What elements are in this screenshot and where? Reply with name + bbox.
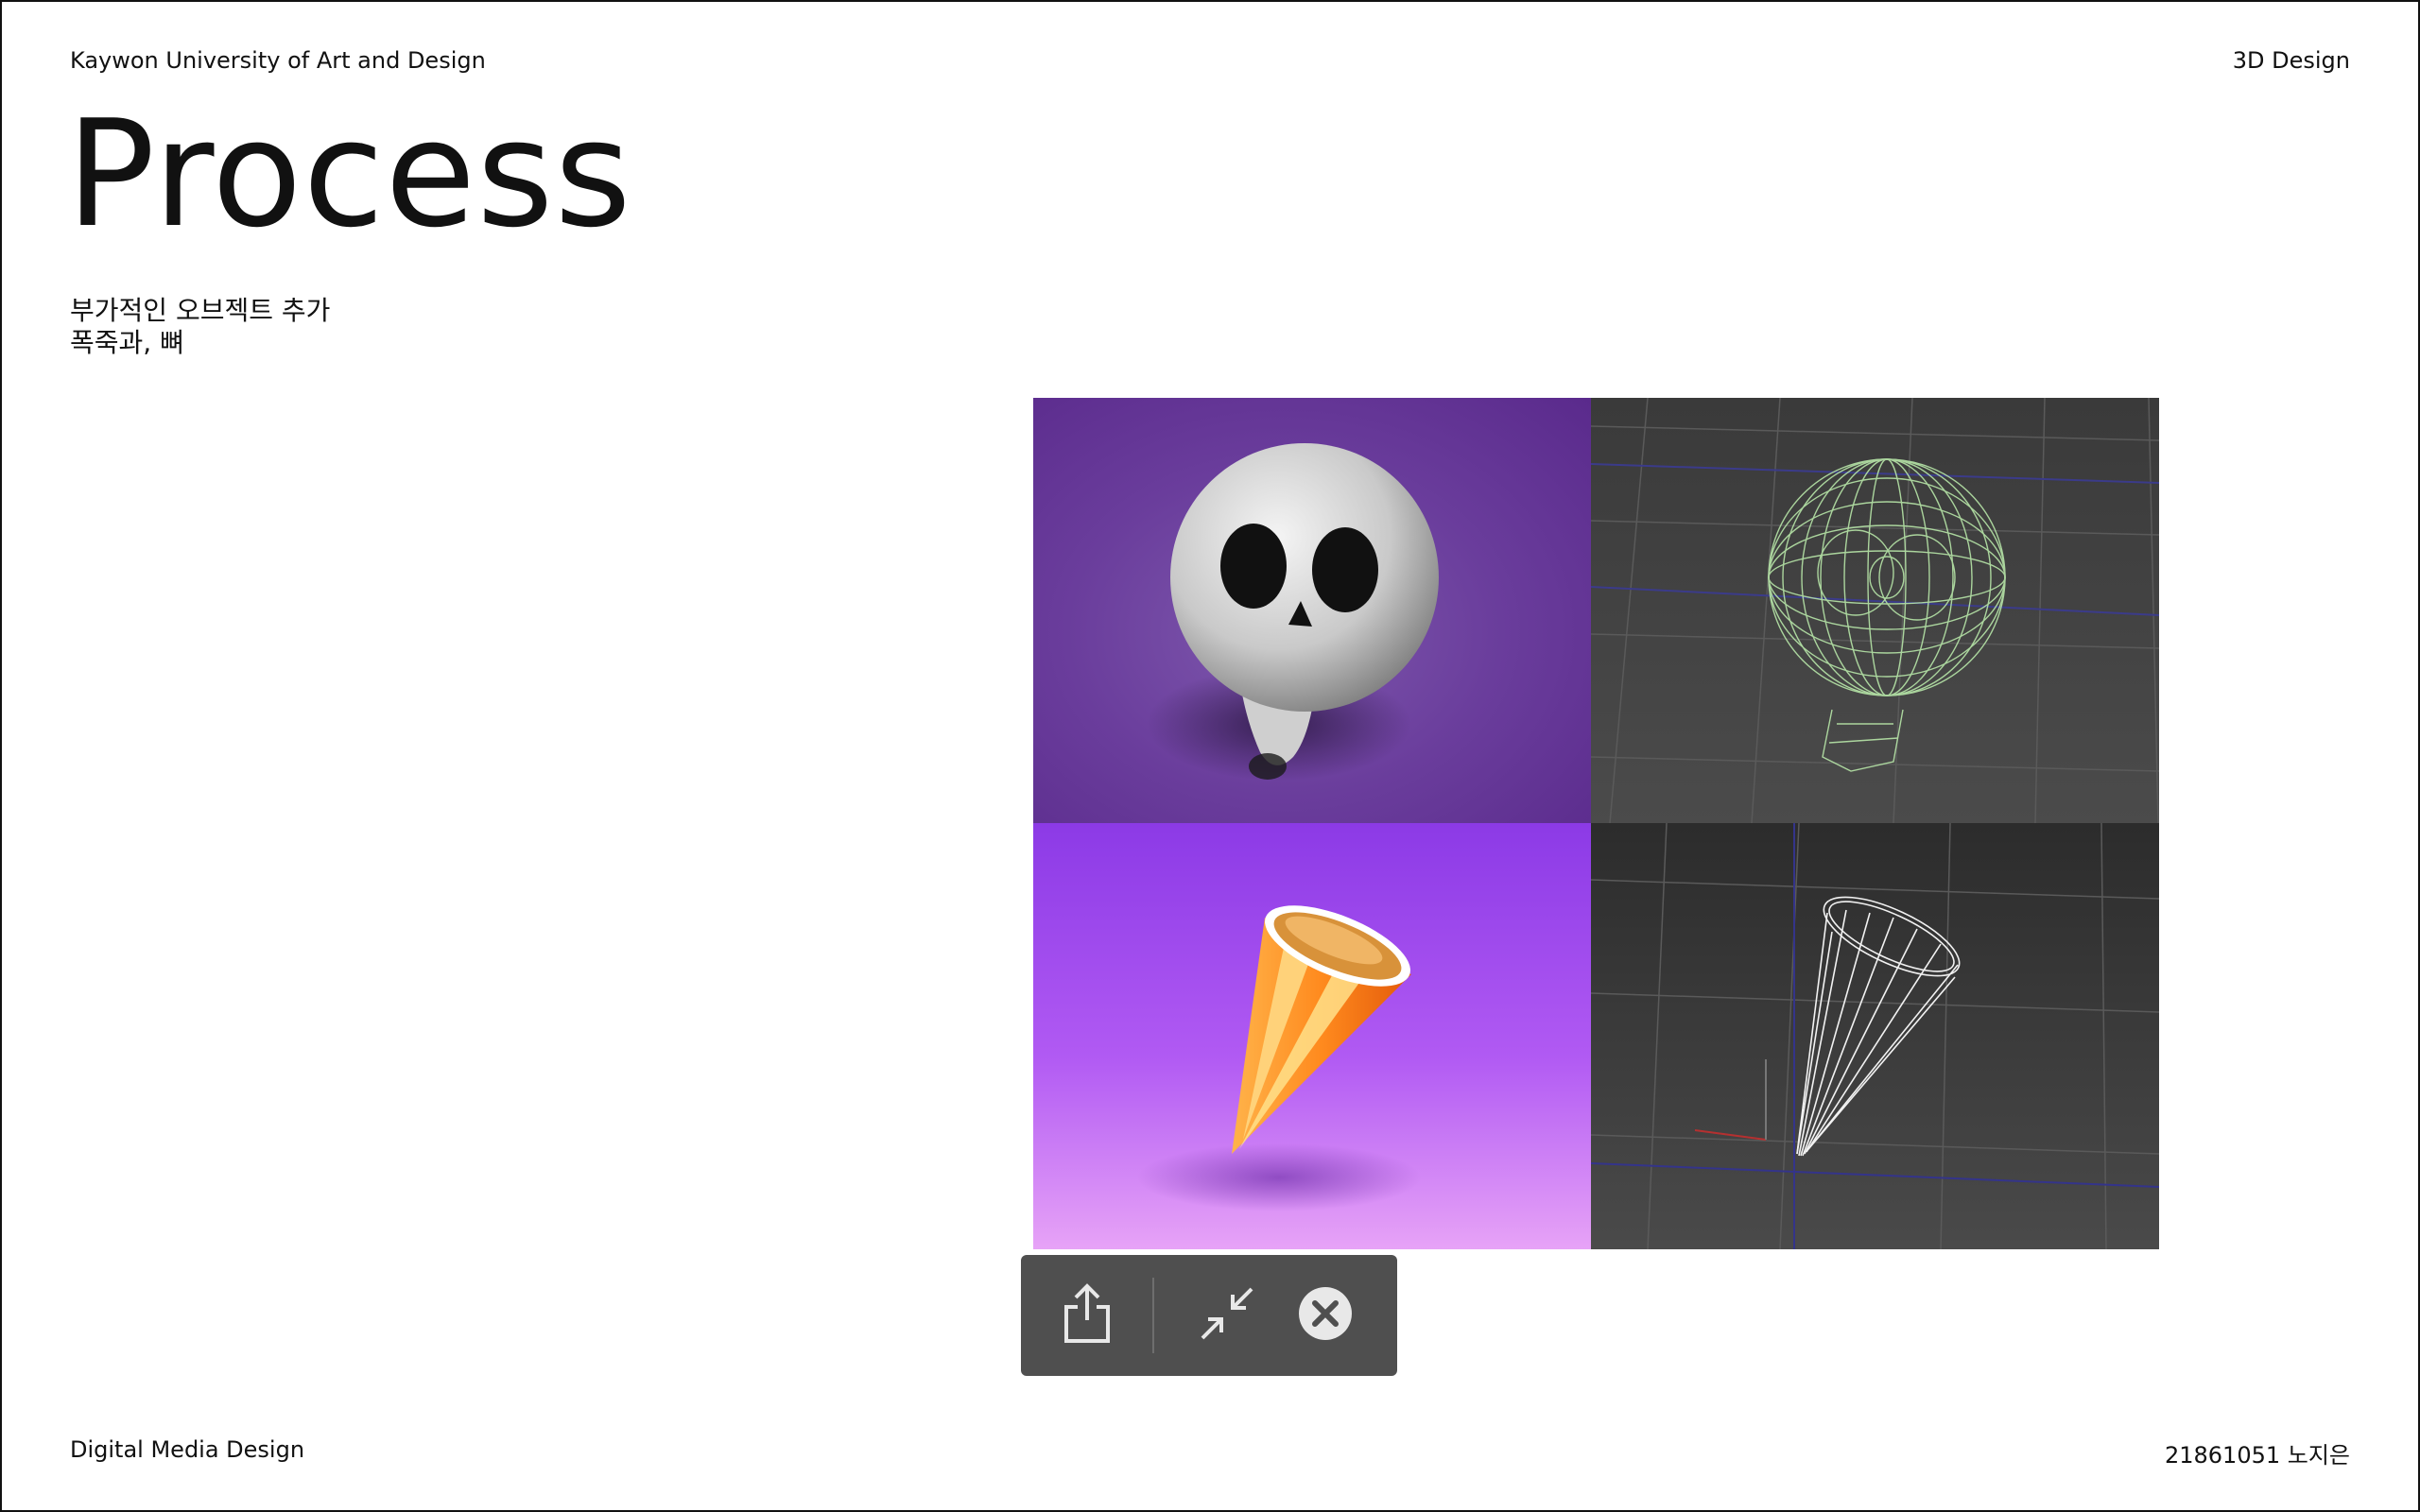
share-icon — [1061, 1280, 1114, 1350]
close-icon — [1297, 1285, 1354, 1346]
subtitle-line-2: 폭죽과, 뼈 — [70, 327, 184, 358]
skull-render-image — [1033, 398, 1591, 823]
footer-department: Digital Media Design — [70, 1436, 305, 1463]
close-button[interactable] — [1288, 1278, 1363, 1353]
firecracker-render-image — [1033, 823, 1591, 1249]
header-course: 3D Design — [2232, 47, 2350, 74]
image-grid — [1033, 398, 2159, 1249]
image-toolbar — [1021, 1255, 1397, 1376]
header-institution: Kaywon University of Art and Design — [70, 47, 486, 74]
footer-student-id: 21861051 노지은 — [2164, 1442, 2350, 1469]
page-title: Process — [66, 88, 632, 260]
toolbar-divider — [1152, 1278, 1154, 1353]
skull-wireframe-image — [1591, 398, 2159, 823]
firecracker-wireframe-image — [1591, 823, 2159, 1249]
subtitle-line-1: 부가적인 오브젝트 추가 — [70, 295, 331, 326]
share-button[interactable] — [1049, 1278, 1125, 1353]
subtitle: 부가적인 오브젝트 추가 폭죽과, 뼈 — [70, 295, 330, 359]
exit-fullscreen-icon — [1197, 1283, 1257, 1348]
exit-fullscreen-button[interactable] — [1189, 1278, 1265, 1353]
